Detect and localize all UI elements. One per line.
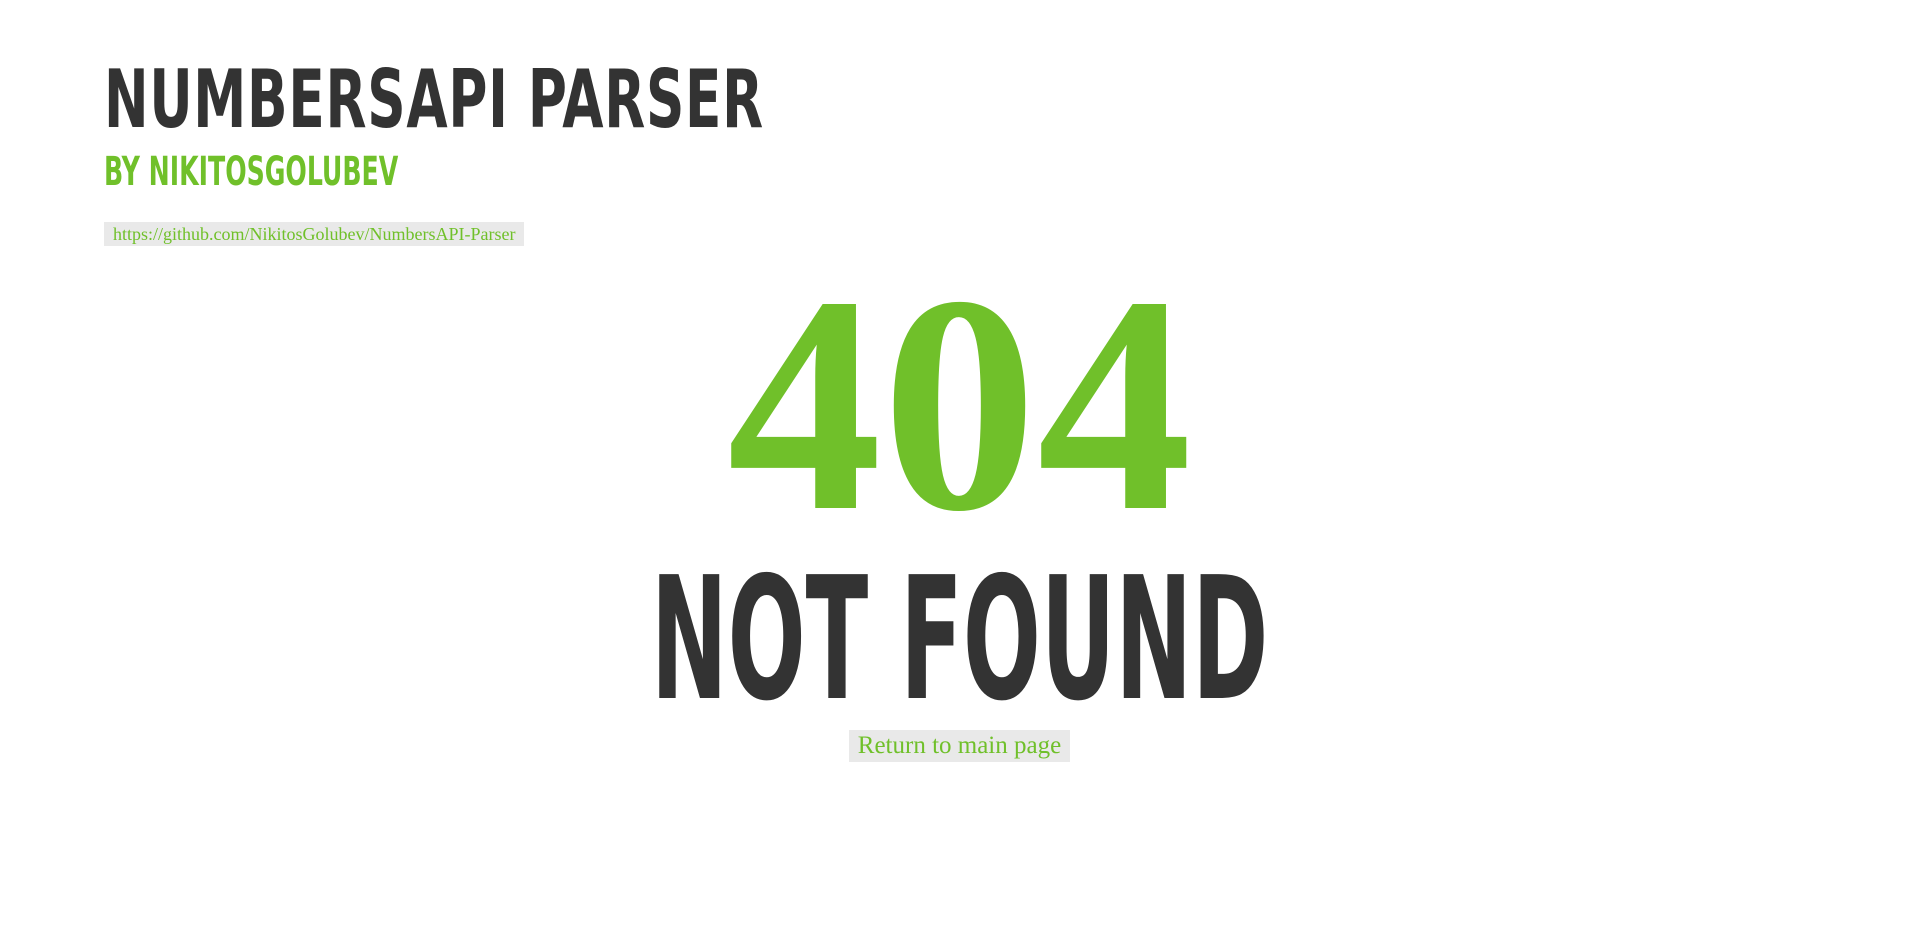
site-author: BY NIKITOSGOLUBEV xyxy=(104,149,399,195)
error-section: 404 NOT FOUND Return to main page xyxy=(0,233,1919,762)
site-title: NumbersAPI Parser xyxy=(104,53,764,146)
error-code: 404 xyxy=(727,233,1192,576)
site-header: NumbersAPI Parser BY NIKITOSGOLUBEV xyxy=(104,53,996,195)
github-repo-link[interactable]: https://github.com/NikitosGolubev/Number… xyxy=(104,222,525,246)
error-message: NOT FOUND xyxy=(650,541,1269,739)
